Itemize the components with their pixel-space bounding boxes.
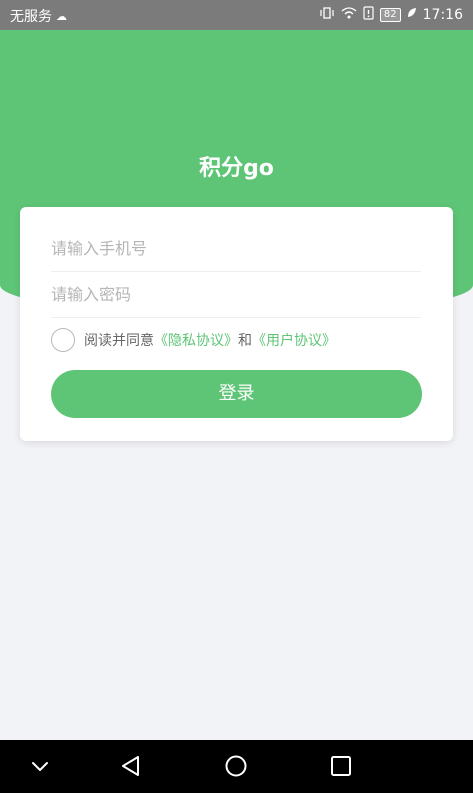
- user-agreement-link[interactable]: 《用户协议》: [252, 330, 336, 350]
- nav-bar: [0, 740, 473, 793]
- chevron-down-icon[interactable]: [28, 754, 52, 778]
- app-title: 积分go: [199, 156, 274, 181]
- phone-input[interactable]: [51, 225, 421, 272]
- back-triangle-icon[interactable]: [119, 754, 143, 778]
- vibrate-icon: [319, 6, 335, 23]
- agree-checkbox[interactable]: [51, 328, 75, 352]
- agreement-row: 阅读并同意 《隐私协议》 和 《用户协议》: [51, 328, 336, 352]
- home-circle-icon[interactable]: [224, 754, 248, 778]
- status-right: 82 17:16: [319, 6, 463, 23]
- recent-square-icon[interactable]: [329, 754, 353, 778]
- login-button[interactable]: 登录: [51, 370, 422, 418]
- wifi-icon: [341, 6, 357, 23]
- leaf-icon: [407, 7, 417, 22]
- clock: 17:16: [422, 6, 463, 23]
- status-left: 无服务 ☁: [10, 6, 67, 26]
- battery-icon: 82: [379, 7, 401, 22]
- password-input[interactable]: [51, 271, 421, 318]
- cloud-icon: ☁: [56, 9, 67, 23]
- alert-icon: [363, 6, 374, 23]
- agree-text: 阅读并同意: [84, 333, 154, 349]
- status-bar: 无服务 ☁ 82 17:16: [0, 0, 473, 30]
- carrier-text: 无服务: [10, 9, 52, 25]
- login-card: 阅读并同意 《隐私协议》 和 《用户协议》 登录: [20, 207, 453, 441]
- agree-and-text: 和: [238, 333, 252, 349]
- privacy-link[interactable]: 《隐私协议》: [154, 330, 238, 350]
